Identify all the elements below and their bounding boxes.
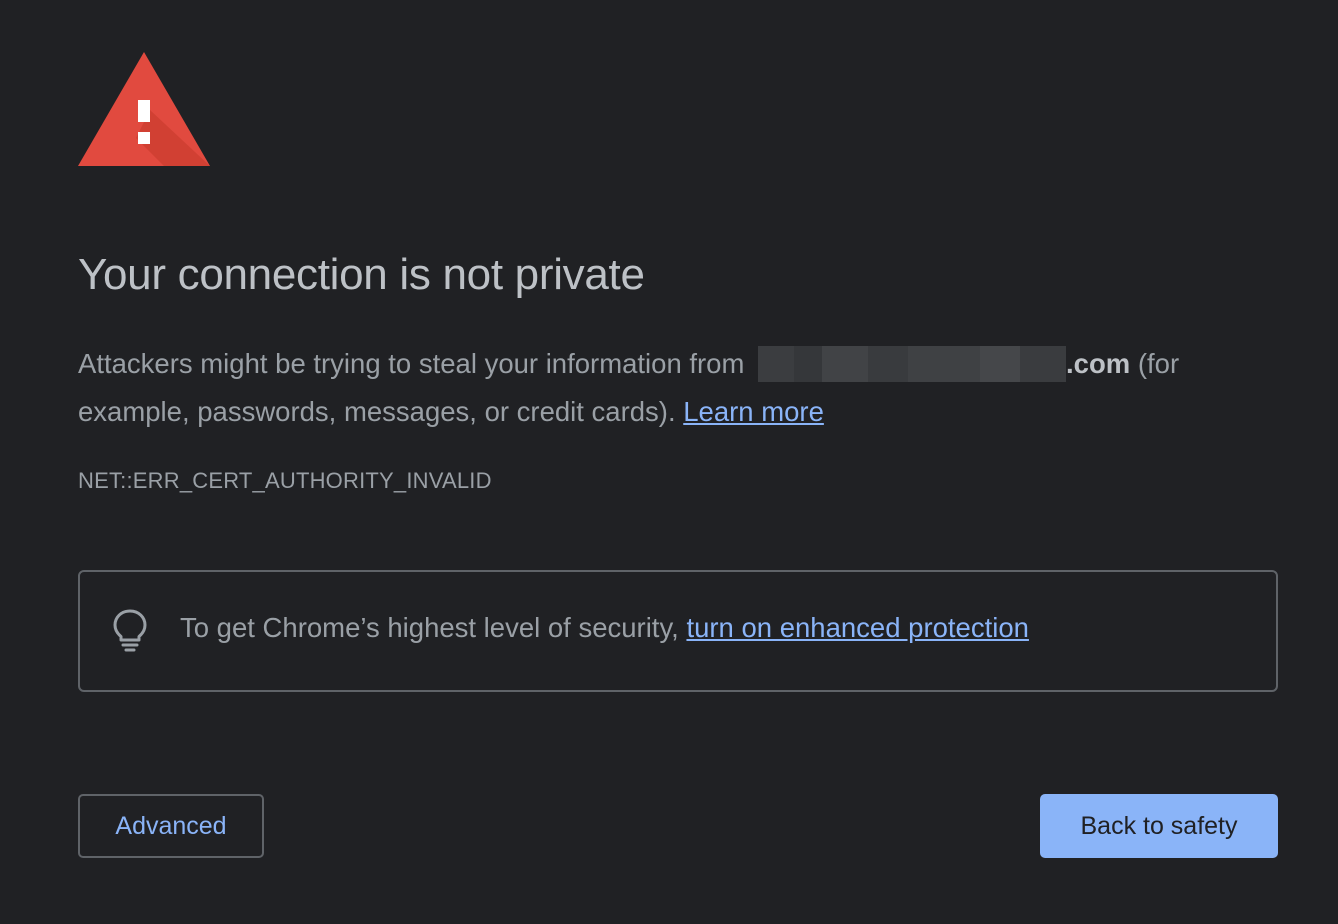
page-title: Your connection is not private (78, 250, 645, 299)
learn-more-link[interactable]: Learn more (683, 396, 824, 427)
lightbulb-icon (113, 609, 147, 652)
error-code: NET::ERR_CERT_AUTHORITY_INVALID (78, 468, 492, 493)
warning-triangle-icon (78, 52, 210, 166)
domain-suffix: .com (1066, 348, 1131, 379)
advanced-button[interactable]: Advanced (78, 794, 264, 858)
error-description: Attackers might be trying to steal your … (78, 340, 1288, 436)
description-text: Attackers might be trying to steal your … (78, 348, 745, 379)
enhanced-protection-link[interactable]: turn on enhanced protection (686, 612, 1028, 643)
enhanced-protection-promo: To get Chrome’s highest level of securit… (78, 570, 1278, 692)
promo-message: To get Chrome’s highest level of securit… (180, 612, 1029, 644)
promo-text: To get Chrome’s highest level of securit… (180, 612, 687, 643)
redacted-domain (758, 346, 1067, 382)
back-to-safety-button[interactable]: Back to safety (1040, 794, 1278, 858)
